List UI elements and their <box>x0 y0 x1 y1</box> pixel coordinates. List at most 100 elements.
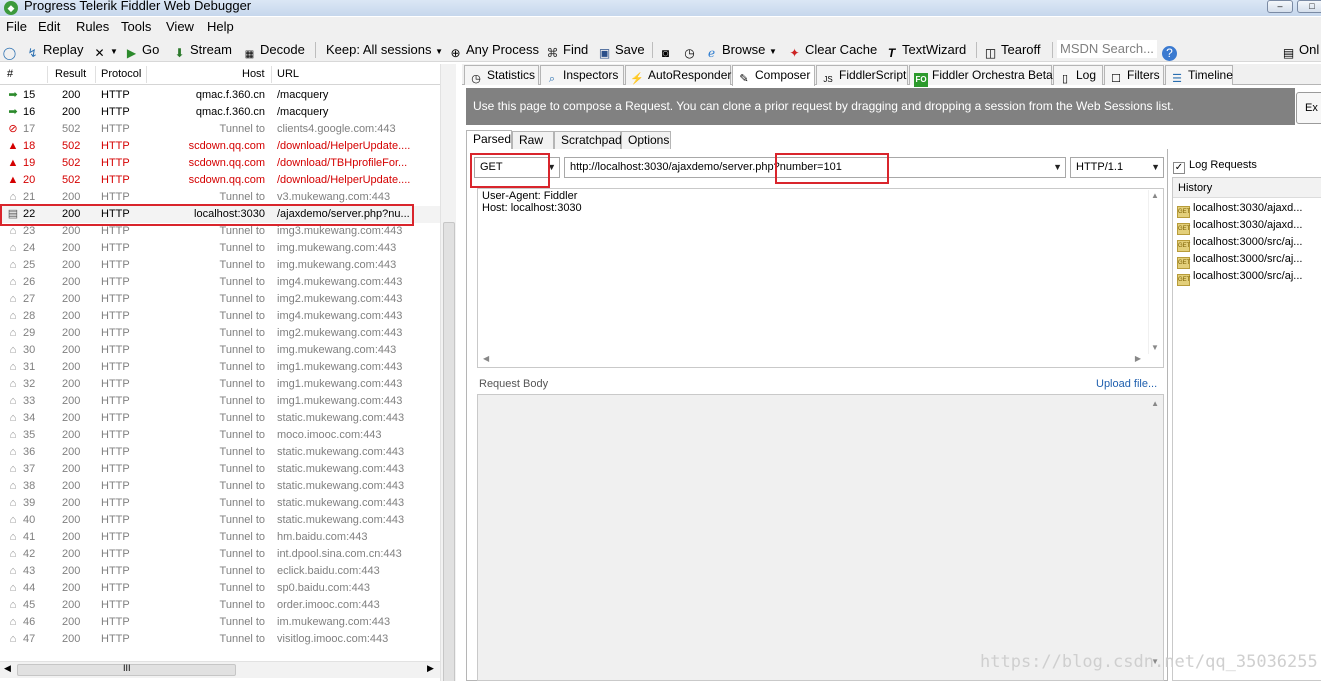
history-item[interactable]: GET localhost:3000/src/aj... <box>1177 253 1320 269</box>
scroll-left-icon[interactable]: ◀ <box>4 663 11 674</box>
table-row[interactable]: ⌂ 45 200 HTTP Tunnel to order.imooc.com:443 <box>0 597 440 614</box>
table-row[interactable]: ⌂ 29 200 HTTP Tunnel to img2.mukewang.com:443 <box>0 325 440 342</box>
table-row[interactable]: ⊘ 17 502 HTTP Tunnel to clients4.google.com:4… <box>0 121 440 138</box>
browse-button[interactable]: ℯ Browse ▼ <box>704 40 777 60</box>
help-button[interactable]: ? <box>1162 40 1180 61</box>
scroll-down-icon[interactable]: ▼ <box>1151 343 1159 352</box>
tearoff-button[interactable]: ◫ Tearoff <box>983 40 1041 60</box>
table-row[interactable]: ➡ 15 200 HTTP qmac.f.360.cn/macquery <box>0 87 440 104</box>
scroll-up-icon[interactable]: ▲ <box>1151 191 1159 200</box>
table-row[interactable]: ⌂ 27 200 HTTP Tunnel to img2.mukewang.com:443 <box>0 291 440 308</box>
headers-horizontal-scrollbar[interactable]: ◀ ▶ <box>479 354 1147 366</box>
table-row[interactable]: ⌂ 32 200 HTTP Tunnel to img1.mukewang.com:443 <box>0 376 440 393</box>
tab-autoresponder[interactable]: ⚡ AutoResponder <box>625 65 731 85</box>
keep-sessions-dropdown[interactable]: Keep: All sessions ▼ <box>326 40 443 59</box>
table-row[interactable]: ▲ 20 502 HTTP scdown.qq.com/download/HelperU… <box>0 172 440 189</box>
tab-scratchpad[interactable]: Scratchpad <box>554 131 622 150</box>
remove-button[interactable]: ✕ ▼ <box>92 40 117 60</box>
column-header-num[interactable]: # <box>7 68 13 80</box>
tab-options[interactable]: Options <box>621 131 671 150</box>
column-divider[interactable] <box>95 66 96 83</box>
menu-rules[interactable]: Rules <box>76 19 109 34</box>
upload-file-link[interactable]: Upload file... <box>1096 378 1157 390</box>
table-row[interactable]: ⌂ 40 200 HTTP Tunnel to static.mukewang.com:4… <box>0 512 440 529</box>
table-row[interactable]: ⌂ 34 200 HTTP Tunnel to static.mukewang.com:4… <box>0 410 440 427</box>
table-row[interactable]: ⌂ 31 200 HTTP Tunnel to img1.mukewang.com:443 <box>0 359 440 376</box>
replay-button[interactable]: ↯ Replay <box>25 40 83 60</box>
scroll-right-icon[interactable]: ▶ <box>1135 354 1141 363</box>
decode-button[interactable]: ▦ Decode <box>242 40 305 60</box>
table-row[interactable]: ⌂ 37 200 HTTP Tunnel to static.mukewang.com:4… <box>0 461 440 478</box>
column-header-host[interactable]: Host <box>242 68 265 80</box>
msdn-search-input[interactable]: MSDN Search... <box>1057 40 1157 58</box>
tab-timeline[interactable]: ☰ Timeline <box>1165 65 1233 85</box>
menu-file[interactable]: File <box>6 19 27 34</box>
table-row[interactable]: ⌂ 26 200 HTTP Tunnel to img4.mukewang.com:443 <box>0 274 440 291</box>
clear-cache-button[interactable]: ✦ Clear Cache <box>787 40 877 60</box>
comment-button[interactable]: ◯ <box>2 40 20 60</box>
table-row[interactable]: ▲ 18 502 HTTP scdown.qq.com/download/HelperU… <box>0 138 440 155</box>
column-header-url[interactable]: URL <box>277 68 299 80</box>
table-row[interactable]: ⌂ 42 200 HTTP Tunnel to int.dpool.sina.com.cn… <box>0 546 440 563</box>
table-row[interactable]: ⌂ 30 200 HTTP Tunnel to img.mukewang.com:443 <box>0 342 440 359</box>
table-row[interactable]: ⌂ 35 200 HTTP Tunnel to moco.imooc.com:443 <box>0 427 440 444</box>
tab-inspectors[interactable]: ⌕ Inspectors <box>540 65 624 85</box>
tab-composer[interactable]: ✎ Composer <box>732 65 815 86</box>
history-item[interactable]: GET localhost:3030/ajaxd... <box>1177 219 1320 235</box>
scroll-up-icon[interactable]: ▲ <box>1151 399 1159 408</box>
http-version-select[interactable]: HTTP/1.1 ▼ <box>1070 157 1164 178</box>
column-divider[interactable] <box>146 66 147 83</box>
history-item[interactable]: GET localhost:3030/ajaxd... <box>1177 202 1320 218</box>
save-button[interactable]: ▣ Save <box>597 40 645 60</box>
log-requests-checkbox[interactable]: ✓ Log Requests <box>1173 159 1257 174</box>
table-row[interactable]: ⌂ 25 200 HTTP Tunnel to img.mukewang.com:443 <box>0 257 440 274</box>
table-row[interactable]: ⌂ 41 200 HTTP Tunnel to hm.baidu.com:443 <box>0 529 440 546</box>
execute-button[interactable]: Ex <box>1296 92 1321 124</box>
table-row[interactable]: ⌂ 44 200 HTTP Tunnel to sp0.baidu.com:443 <box>0 580 440 597</box>
scroll-left-icon[interactable]: ◀ <box>483 354 489 363</box>
request-body-editor[interactable]: ▲ ▼ <box>477 394 1164 681</box>
tab-raw[interactable]: Raw <box>512 131 554 150</box>
table-row[interactable]: ⌂ 33 200 HTTP Tunnel to img1.mukewang.com:443 <box>0 393 440 410</box>
column-divider[interactable] <box>47 66 48 83</box>
minimize-button[interactable]: – <box>1267 0 1293 13</box>
table-row[interactable]: ⌂ 38 200 HTTP Tunnel to static.mukewang.com:4… <box>0 478 440 495</box>
menu-help[interactable]: Help <box>207 19 234 34</box>
tab-statistics[interactable]: ◷ Statistics <box>464 65 539 85</box>
scrollbar-thumb[interactable] <box>443 222 455 681</box>
history-item[interactable]: GET localhost:3000/src/aj... <box>1177 236 1320 252</box>
table-row[interactable]: ▲ 19 502 HTTP scdown.qq.com/download/TBHprof… <box>0 155 440 172</box>
timer-button[interactable]: ◷ <box>682 40 700 60</box>
table-row[interactable]: ⌂ 36 200 HTTP Tunnel to static.mukewang.com:4… <box>0 444 440 461</box>
column-header-protocol[interactable]: Protocol <box>101 68 141 80</box>
find-button[interactable]: ⌘ Find <box>545 40 589 60</box>
sessions-vertical-scrollbar[interactable] <box>440 64 456 681</box>
tab-fiddler-orchestra[interactable]: FO Fiddler Orchestra Beta <box>909 65 1053 87</box>
table-row[interactable]: ⌂ 39 200 HTTP Tunnel to static.mukewang.com:4… <box>0 495 440 512</box>
tab-filters[interactable]: ☐ Filters <box>1104 65 1164 85</box>
tab-parsed[interactable]: Parsed <box>466 130 512 150</box>
screenshot-button[interactable]: ◙ <box>658 40 676 60</box>
scrollbar-thumb[interactable]: III <box>17 663 236 676</box>
tab-log[interactable]: ▯ Log <box>1053 65 1103 85</box>
table-row[interactable]: ⌂ 43 200 HTTP Tunnel to eclick.baidu.com:443 <box>0 563 440 580</box>
online-button[interactable]: ▤ Onl <box>1281 40 1319 60</box>
table-row[interactable]: ⌂ 24 200 HTTP Tunnel to img.mukewang.com:443 <box>0 240 440 257</box>
request-headers-editor[interactable]: User-Agent: Fiddler Host: localhost:3030… <box>477 188 1164 368</box>
stream-button[interactable]: ⬇ Stream <box>172 40 231 60</box>
column-divider[interactable] <box>271 66 272 83</box>
scroll-right-icon[interactable]: ▶ <box>427 663 434 674</box>
menu-edit[interactable]: Edit <box>38 19 60 34</box>
go-button[interactable]: ▶ Go <box>124 40 159 60</box>
history-item[interactable]: GET localhost:3000/src/aj... <box>1177 270 1320 286</box>
textwizard-button[interactable]: T TextWizard <box>884 40 966 60</box>
column-header-result[interactable]: Result <box>55 68 86 80</box>
table-row[interactable]: ⌂ 47 200 HTTP Tunnel to visitlog.imooc.com:44… <box>0 631 440 648</box>
sessions-horizontal-scrollbar[interactable]: ◀ III ▶ <box>0 661 440 678</box>
any-process-button[interactable]: ⊕ Any Process <box>448 40 539 60</box>
table-row[interactable]: ➡ 16 200 HTTP qmac.f.360.cn/macquery <box>0 104 440 121</box>
menu-view[interactable]: View <box>166 19 194 34</box>
table-row[interactable]: ⌂ 46 200 HTTP Tunnel to im.mukewang.com:443 <box>0 614 440 631</box>
tab-fiddlerscript[interactable]: JS FiddlerScript <box>816 65 908 85</box>
table-row[interactable]: ⌂ 28 200 HTTP Tunnel to img4.mukewang.com:443 <box>0 308 440 325</box>
